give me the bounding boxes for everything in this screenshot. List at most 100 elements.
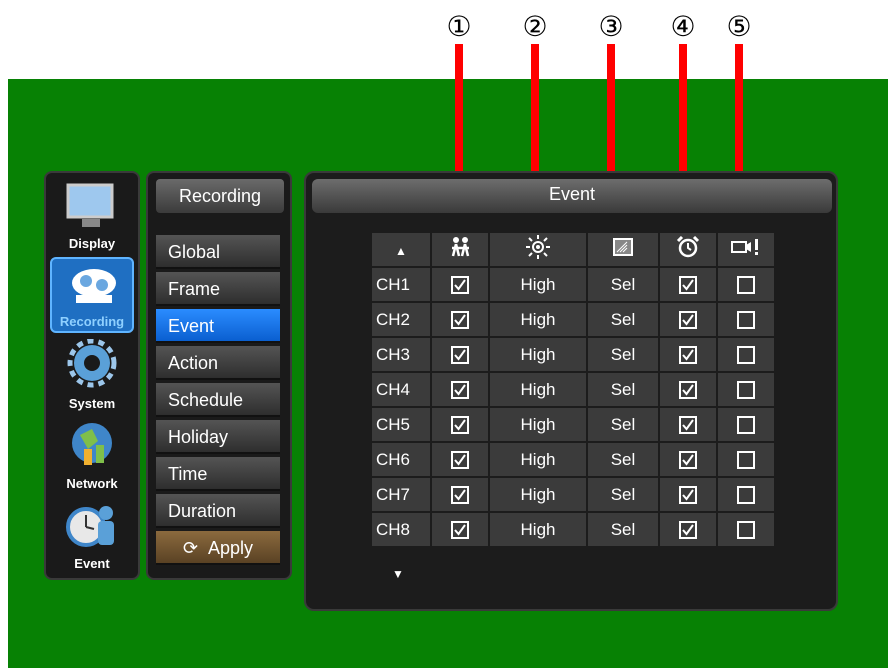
video-loss-checkbox[interactable] — [716, 301, 776, 338]
sensitivity-select[interactable]: High — [488, 266, 588, 303]
area-icon — [586, 231, 660, 268]
area-select-button[interactable]: Sel — [586, 266, 660, 303]
recording-menu: Recording Global Frame Event Action Sche… — [146, 171, 292, 580]
motion-checkbox[interactable] — [430, 476, 490, 513]
globe-icon — [72, 423, 112, 465]
sidebar-item-label: Display — [68, 236, 116, 251]
menu-item-global[interactable]: Global — [156, 235, 280, 269]
sensitivity-select[interactable]: High — [488, 371, 588, 408]
category-sidebar: Display Recording System Network Event — [44, 171, 140, 580]
video-loss-checkbox[interactable] — [716, 511, 776, 548]
sensitivity-select[interactable]: High — [488, 511, 588, 548]
area-select-button[interactable]: Sel — [586, 336, 660, 373]
panel-title: Event — [312, 179, 832, 213]
sensitivity-select[interactable]: High — [488, 406, 588, 443]
clock-person-icon — [66, 506, 114, 547]
apply-label: Apply — [208, 538, 254, 558]
channel-label: CH7 — [370, 476, 432, 513]
table-row: CH3 High Sel — [370, 336, 776, 373]
channel-label: CH6 — [370, 441, 432, 478]
menu-title: Recording — [156, 179, 284, 213]
area-select-button[interactable]: Sel — [586, 371, 660, 408]
alarm-checkbox[interactable] — [658, 371, 718, 408]
sidebar-item-recording[interactable]: Recording — [50, 257, 134, 333]
motion-checkbox[interactable] — [430, 406, 490, 443]
video-loss-checkbox[interactable] — [716, 336, 776, 373]
alarm-checkbox[interactable] — [658, 301, 718, 338]
motion-checkbox[interactable] — [430, 301, 490, 338]
menu-item-schedule[interactable]: Schedule — [156, 383, 280, 417]
monitor-icon — [66, 183, 114, 227]
channel-label: CH2 — [370, 301, 432, 338]
scroll-down-icon[interactable]: ▼ — [392, 567, 404, 581]
alarm-checkbox[interactable] — [658, 266, 718, 303]
video-loss-checkbox[interactable] — [716, 441, 776, 478]
alarm-checkbox[interactable] — [658, 441, 718, 478]
gear-icon — [67, 339, 117, 388]
alarm-checkbox[interactable] — [658, 336, 718, 373]
sidebar-item-label: System — [68, 396, 116, 411]
callout-5: ⑤ — [726, 10, 752, 43]
table-row: CH6 High Sel — [370, 441, 776, 478]
sidebar-item-label: Recording — [59, 314, 125, 329]
sensitivity-select[interactable]: High — [488, 301, 588, 338]
callout-3: ③ — [598, 10, 624, 43]
apply-button[interactable]: ⟳ Apply — [156, 531, 280, 565]
channel-label: CH4 — [370, 371, 432, 408]
video-loss-checkbox[interactable] — [716, 266, 776, 303]
alarm-checkbox[interactable] — [658, 406, 718, 443]
alarm-checkbox[interactable] — [658, 511, 718, 548]
menu-item-holiday[interactable]: Holiday — [156, 420, 280, 454]
channel-label: CH1 — [370, 266, 432, 303]
menu-item-duration[interactable]: Duration — [156, 494, 280, 528]
sidebar-item-network[interactable]: Network — [50, 417, 134, 493]
motion-checkbox[interactable] — [430, 336, 490, 373]
menu-item-action[interactable]: Action — [156, 346, 280, 380]
area-select-button[interactable]: Sel — [586, 406, 660, 443]
sidebar-item-display[interactable]: Display — [50, 177, 134, 253]
callout-2: ② — [522, 10, 548, 43]
menu-item-event[interactable]: Event — [156, 309, 280, 343]
refresh-icon: ⟳ — [182, 538, 199, 558]
callout-1: ① — [446, 10, 472, 43]
video-loss-checkbox[interactable] — [716, 406, 776, 443]
sidebar-item-label: Event — [74, 556, 110, 571]
table-row: CH2 High Sel — [370, 301, 776, 338]
area-select-button[interactable]: Sel — [586, 301, 660, 338]
sensitivity-select[interactable]: High — [488, 336, 588, 373]
channel-label: CH5 — [370, 406, 432, 443]
table-row: CH7 High Sel — [370, 476, 776, 513]
motion-checkbox[interactable] — [430, 441, 490, 478]
motion-checkbox[interactable] — [430, 266, 490, 303]
alarm-icon — [658, 231, 718, 268]
event-panel: Event ▲ CH1 High Sel CH2 High Sel CH3 Hi… — [304, 171, 838, 611]
area-select-button[interactable]: Sel — [586, 476, 660, 513]
recording-icon — [72, 269, 116, 303]
channel-label: CH8 — [370, 511, 432, 548]
sidebar-item-event[interactable]: Event — [50, 497, 134, 573]
sensitivity-select[interactable]: High — [488, 476, 588, 513]
alarm-checkbox[interactable] — [658, 476, 718, 513]
area-select-button[interactable]: Sel — [586, 441, 660, 478]
sensitivity-icon — [488, 231, 588, 268]
menu-item-frame[interactable]: Frame — [156, 272, 280, 306]
table-row: CH8 High Sel — [370, 511, 776, 548]
area-select-button[interactable]: Sel — [586, 511, 660, 548]
callout-4: ④ — [670, 10, 696, 43]
channel-label: CH3 — [370, 336, 432, 373]
motion-icon — [430, 231, 490, 268]
sensitivity-select[interactable]: High — [488, 441, 588, 478]
motion-checkbox[interactable] — [430, 371, 490, 408]
table-row: CH1 High Sel — [370, 266, 776, 303]
scroll-up-icon[interactable]: ▲ — [370, 231, 432, 268]
video-loss-icon — [716, 231, 776, 268]
sidebar-item-system[interactable]: System — [50, 337, 134, 413]
event-table: ▲ CH1 High Sel CH2 High Sel CH3 High Sel CH4 High — [370, 231, 776, 548]
table-row: CH5 High Sel — [370, 406, 776, 443]
menu-item-time[interactable]: Time — [156, 457, 280, 491]
table-row: CH4 High Sel — [370, 371, 776, 408]
sidebar-item-label: Network — [66, 476, 118, 491]
video-loss-checkbox[interactable] — [716, 371, 776, 408]
motion-checkbox[interactable] — [430, 511, 490, 548]
video-loss-checkbox[interactable] — [716, 476, 776, 513]
